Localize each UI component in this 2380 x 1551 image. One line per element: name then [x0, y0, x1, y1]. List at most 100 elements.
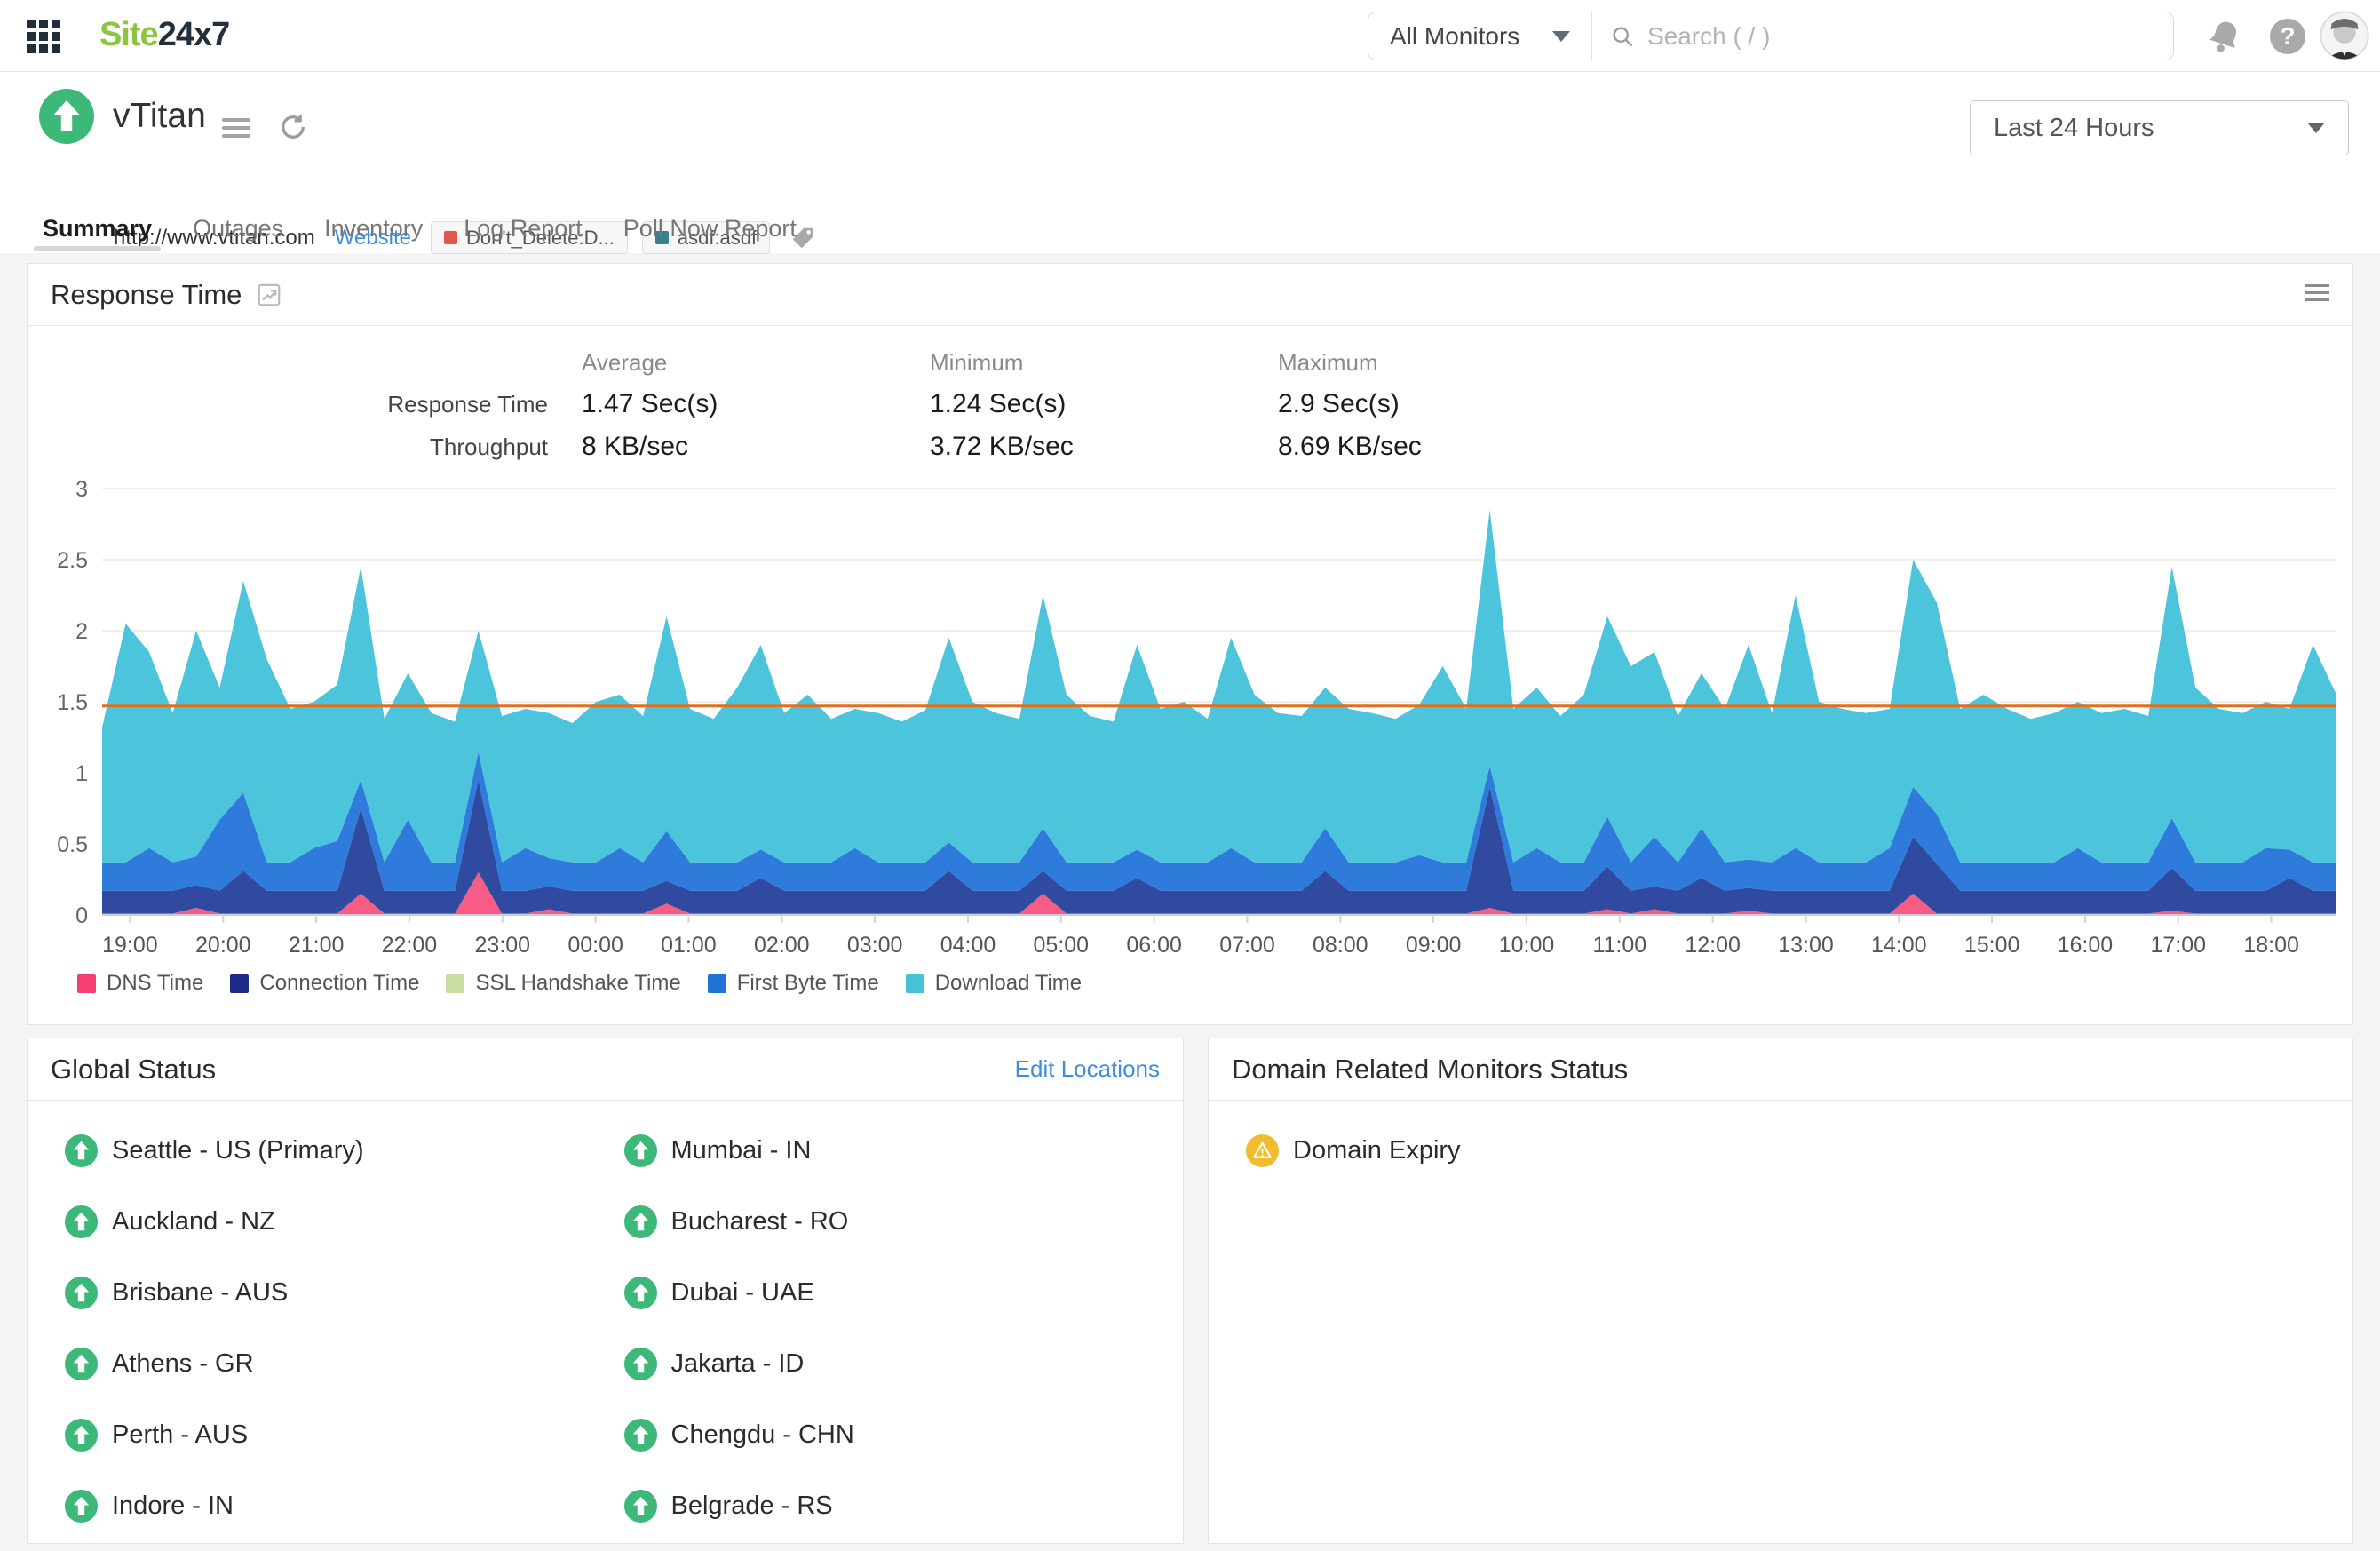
svg-text:07:00: 07:00: [1219, 933, 1275, 958]
user-avatar[interactable]: [2319, 10, 2370, 61]
location-item[interactable]: Seattle - US (Primary): [65, 1115, 624, 1186]
location-item[interactable]: Belgrade - RS: [624, 1470, 1184, 1541]
svg-text:11:00: 11:00: [1592, 933, 1646, 958]
stat-row-label: Response Time: [28, 391, 582, 418]
legend-item[interactable]: First Byte Time: [708, 971, 879, 996]
warning-icon: [1246, 1134, 1279, 1167]
status-up-icon: [624, 1134, 657, 1167]
svg-text:09:00: 09:00: [1406, 933, 1462, 958]
location-item[interactable]: Brisbane - AUS: [65, 1257, 624, 1328]
svg-text:14:00: 14:00: [1871, 933, 1927, 958]
response-stats-table: Average Minimum Maximum Response Time 1.…: [28, 349, 2352, 462]
status-up-icon: [65, 1277, 98, 1309]
svg-text:10:00: 10:00: [1499, 933, 1555, 958]
monitor-scope-dropdown[interactable]: All Monitors: [1368, 12, 1592, 60]
location-item[interactable]: Chengdu - CHN: [624, 1399, 1184, 1470]
domain-monitor-item[interactable]: Domain Expiry: [1246, 1115, 2352, 1186]
stat-header-minimum: Minimum: [930, 349, 1278, 377]
legend-swatch: [906, 974, 924, 993]
svg-text:18:00: 18:00: [2243, 933, 2299, 958]
location-item[interactable]: Dubai - UAE: [624, 1257, 1184, 1328]
domain-panel-title: Domain Related Monitors Status: [1232, 1054, 1628, 1086]
svg-text:01:00: 01:00: [661, 933, 717, 958]
status-up-icon: [65, 1490, 98, 1523]
location-item[interactable]: Indore - IN: [65, 1470, 624, 1541]
global-status-title: Global Status: [51, 1054, 216, 1086]
panel-menu-icon[interactable]: [2305, 284, 2329, 306]
time-range-dropdown[interactable]: Last 24 Hours: [1970, 100, 2349, 155]
status-up-icon: [624, 1348, 657, 1380]
location-item[interactable]: Bucharest - RO: [624, 1186, 1184, 1257]
legend-swatch: [77, 974, 96, 993]
legend-item[interactable]: DNS Time: [77, 971, 203, 996]
monitor-header: vTitan http://www.vtitan.com Website Don…: [0, 72, 2380, 253]
legend-swatch: [708, 974, 726, 993]
svg-text:02:00: 02:00: [754, 933, 810, 958]
tab-inventory[interactable]: Inventory: [324, 203, 423, 253]
monitor-scope-label: All Monitors: [1390, 22, 1519, 51]
tab-log-report[interactable]: Log Report: [464, 203, 583, 253]
chevron-down-icon: [2307, 123, 2325, 133]
legend-swatch: [446, 974, 464, 993]
svg-text:19:00: 19:00: [102, 933, 158, 958]
svg-text:0: 0: [75, 903, 88, 928]
search-icon: [1610, 23, 1635, 50]
svg-text:1.5: 1.5: [57, 690, 88, 715]
svg-text:22:00: 22:00: [382, 933, 438, 958]
legend-item[interactable]: SSL Handshake Time: [446, 971, 680, 996]
status-up-icon: [624, 1205, 657, 1238]
monitor-status-up-icon: [39, 89, 94, 144]
trend-chart-icon[interactable]: [256, 282, 282, 308]
svg-text:2.5: 2.5: [57, 548, 88, 573]
tab-outages[interactable]: Outages: [193, 203, 283, 253]
svg-text:12:00: 12:00: [1685, 933, 1741, 958]
stat-header-maximum: Maximum: [1278, 349, 1626, 377]
chevron-down-icon: [1552, 31, 1570, 42]
refresh-icon[interactable]: [277, 111, 309, 143]
location-item[interactable]: Auckland - NZ: [65, 1186, 624, 1257]
svg-text:23:00: 23:00: [475, 933, 531, 958]
time-range-label: Last 24 Hours: [1994, 114, 2154, 143]
site24x7-logo[interactable]: Site24x7: [99, 16, 229, 54]
location-item[interactable]: Athens - GR: [65, 1328, 624, 1399]
apps-grid-icon[interactable]: [27, 20, 60, 53]
location-item[interactable]: Jakarta - ID: [624, 1328, 1184, 1399]
tab-poll-now-report[interactable]: Poll Now Report: [623, 203, 797, 253]
legend-item[interactable]: Connection Time: [230, 971, 419, 996]
location-item[interactable]: Perth - AUS: [65, 1399, 624, 1470]
stat-value: 8 KB/sec: [582, 432, 930, 462]
monitor-name: vTitan: [113, 97, 206, 136]
svg-text:05:00: 05:00: [1034, 933, 1090, 958]
status-up-icon: [624, 1419, 657, 1452]
monitor-menu-icon[interactable]: [222, 118, 250, 142]
top-bar: Site24x7 All Monitors ?: [0, 0, 2380, 72]
edit-locations-link[interactable]: Edit Locations: [1015, 1055, 1160, 1083]
svg-text:08:00: 08:00: [1313, 933, 1368, 958]
svg-text:3: 3: [75, 477, 88, 502]
response-chart[interactable]: 00.511.522.5319:0020:0021:0022:0023:0000…: [28, 476, 2352, 967]
svg-text:20:00: 20:00: [195, 933, 251, 958]
legend-swatch: [230, 974, 249, 993]
locations-col-1: Seattle - US (Primary)Auckland - NZBrisb…: [65, 1115, 624, 1541]
help-icon[interactable]: ?: [2270, 19, 2305, 54]
legend-item[interactable]: Download Time: [906, 971, 1082, 996]
svg-text:13:00: 13:00: [1778, 933, 1834, 958]
stat-value: 2.9 Sec(s): [1278, 389, 1626, 419]
locations-col-2: Mumbai - INBucharest - RODubai - UAEJaka…: [624, 1115, 1184, 1541]
svg-text:06:00: 06:00: [1126, 933, 1182, 958]
svg-text:00:00: 00:00: [567, 933, 623, 958]
location-item[interactable]: Mumbai - IN: [624, 1115, 1184, 1186]
stat-value: 1.24 Sec(s): [930, 389, 1278, 419]
response-time-panel: Response Time Average Minimum Maximum Re…: [27, 263, 2353, 1025]
svg-text:15:00: 15:00: [1964, 933, 2020, 958]
status-up-icon: [624, 1490, 657, 1523]
svg-text:16:00: 16:00: [2058, 933, 2114, 958]
tabs: Summary Outages Inventory Log Report Poll No…: [43, 203, 797, 253]
tab-summary[interactable]: Summary: [43, 203, 152, 253]
domain-monitors-panel: Domain Related Monitors Status Domain Ex…: [1208, 1038, 2353, 1544]
global-status-panel: Global Status Edit Locations Seattle - U…: [27, 1038, 1184, 1544]
svg-text:0.5: 0.5: [57, 832, 88, 857]
notifications-bell-icon[interactable]: [2202, 13, 2249, 60]
search-input[interactable]: [1647, 22, 2155, 51]
status-up-icon: [65, 1134, 98, 1167]
